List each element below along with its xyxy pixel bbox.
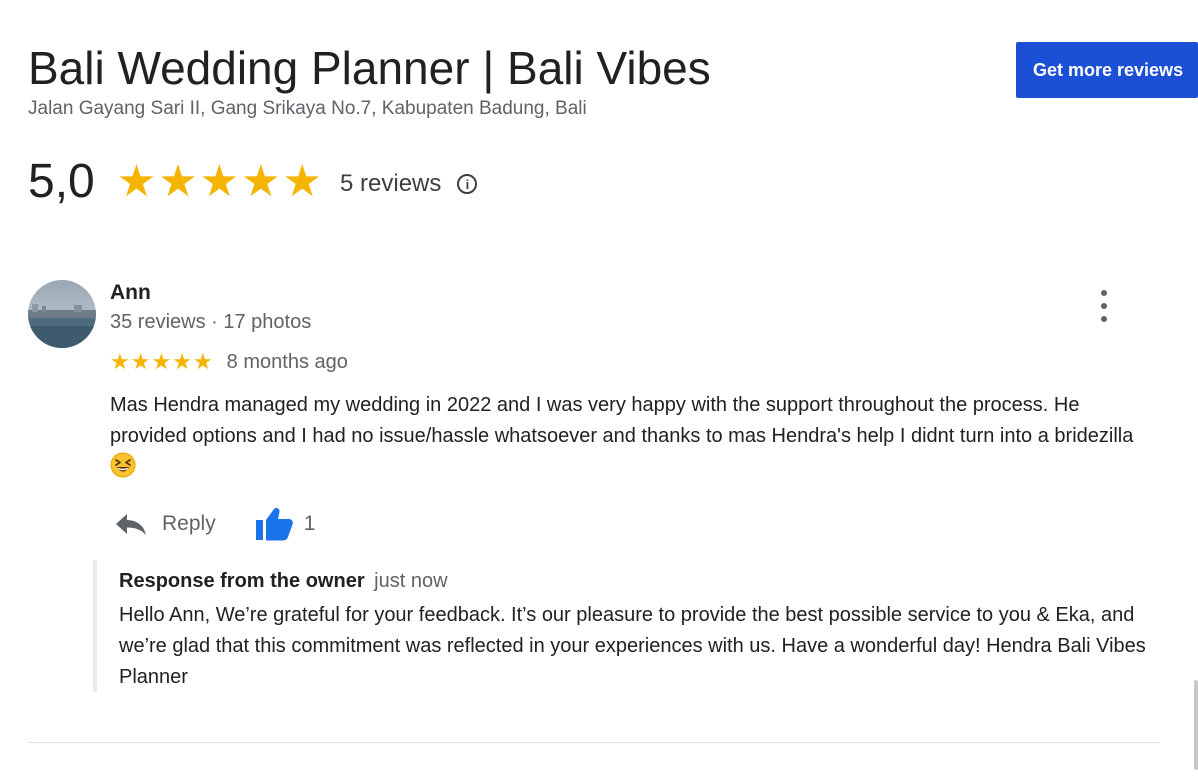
reviews-page: Bali Wedding Planner | Bali Vibes Jalan … bbox=[0, 0, 1198, 781]
get-more-reviews-button[interactable]: Get more reviews bbox=[1016, 42, 1198, 98]
average-rating: 5,0 bbox=[28, 155, 95, 208]
review-actions: Reply 1 bbox=[114, 504, 315, 544]
like-count: 1 bbox=[303, 512, 316, 535]
rating-summary: 5,0 ★ ★ ★ ★ ★ 5 reviews i bbox=[28, 152, 478, 212]
star-icon: ★ bbox=[241, 157, 281, 206]
star-icon: ★ bbox=[116, 157, 157, 206]
star-icon: ★ bbox=[151, 349, 172, 374]
star-icon: ★ bbox=[158, 157, 198, 206]
reviewer-meta: 35 reviews · 17 photos bbox=[110, 311, 312, 333]
business-name: Bali Wedding Planner | Bali Vibes bbox=[28, 42, 711, 94]
star-icon: ★ bbox=[130, 349, 151, 374]
star-icon: ★ bbox=[192, 349, 213, 374]
review-count: 5 reviews bbox=[340, 170, 442, 197]
owner-response-heading: Response from the owner just now bbox=[119, 570, 448, 593]
thumbs-up-icon bbox=[255, 508, 293, 541]
owner-response-label: Response from the owner bbox=[119, 570, 365, 592]
review-text: Mas Hendra managed my wedding in 2022 an… bbox=[110, 390, 1160, 483]
owner-response-text: Hello Ann, We’re grateful for your feedb… bbox=[119, 604, 1146, 688]
avatar[interactable] bbox=[28, 280, 96, 348]
star-icon: ★ bbox=[110, 349, 130, 374]
star-icon: ★ bbox=[282, 157, 322, 206]
star-icon: ★ bbox=[199, 157, 240, 206]
business-address: Jalan Gayang Sari II, Gang Srikaya No.7,… bbox=[28, 98, 587, 119]
more-options-icon[interactable] bbox=[1093, 290, 1115, 322]
reply-label: Reply bbox=[162, 512, 216, 535]
divider bbox=[28, 742, 1160, 743]
star-icon: ★ bbox=[172, 349, 192, 374]
reply-button[interactable]: Reply bbox=[114, 512, 216, 536]
reviewer-name[interactable]: Ann bbox=[110, 281, 151, 305]
review-body: Mas Hendra managed my wedding in 2022 an… bbox=[110, 394, 1134, 447]
owner-response-time: just now bbox=[374, 570, 448, 592]
review-rating: ★ ★ ★ ★ ★ 8 months ago bbox=[110, 348, 348, 376]
star-rating-summary: ★ ★ ★ ★ ★ bbox=[117, 160, 322, 204]
scrollbar[interactable] bbox=[1194, 680, 1198, 770]
info-icon[interactable]: i bbox=[457, 174, 478, 194]
review-date: 8 months ago bbox=[226, 350, 348, 373]
grinning-squinting-face-emoji bbox=[110, 452, 136, 478]
owner-response: Response from the owner just now Hello A… bbox=[93, 560, 1167, 692]
like-button[interactable]: 1 bbox=[254, 506, 316, 542]
star-rating-review: ★ ★ ★ ★ ★ bbox=[110, 351, 213, 373]
reply-arrow-icon bbox=[116, 514, 146, 535]
